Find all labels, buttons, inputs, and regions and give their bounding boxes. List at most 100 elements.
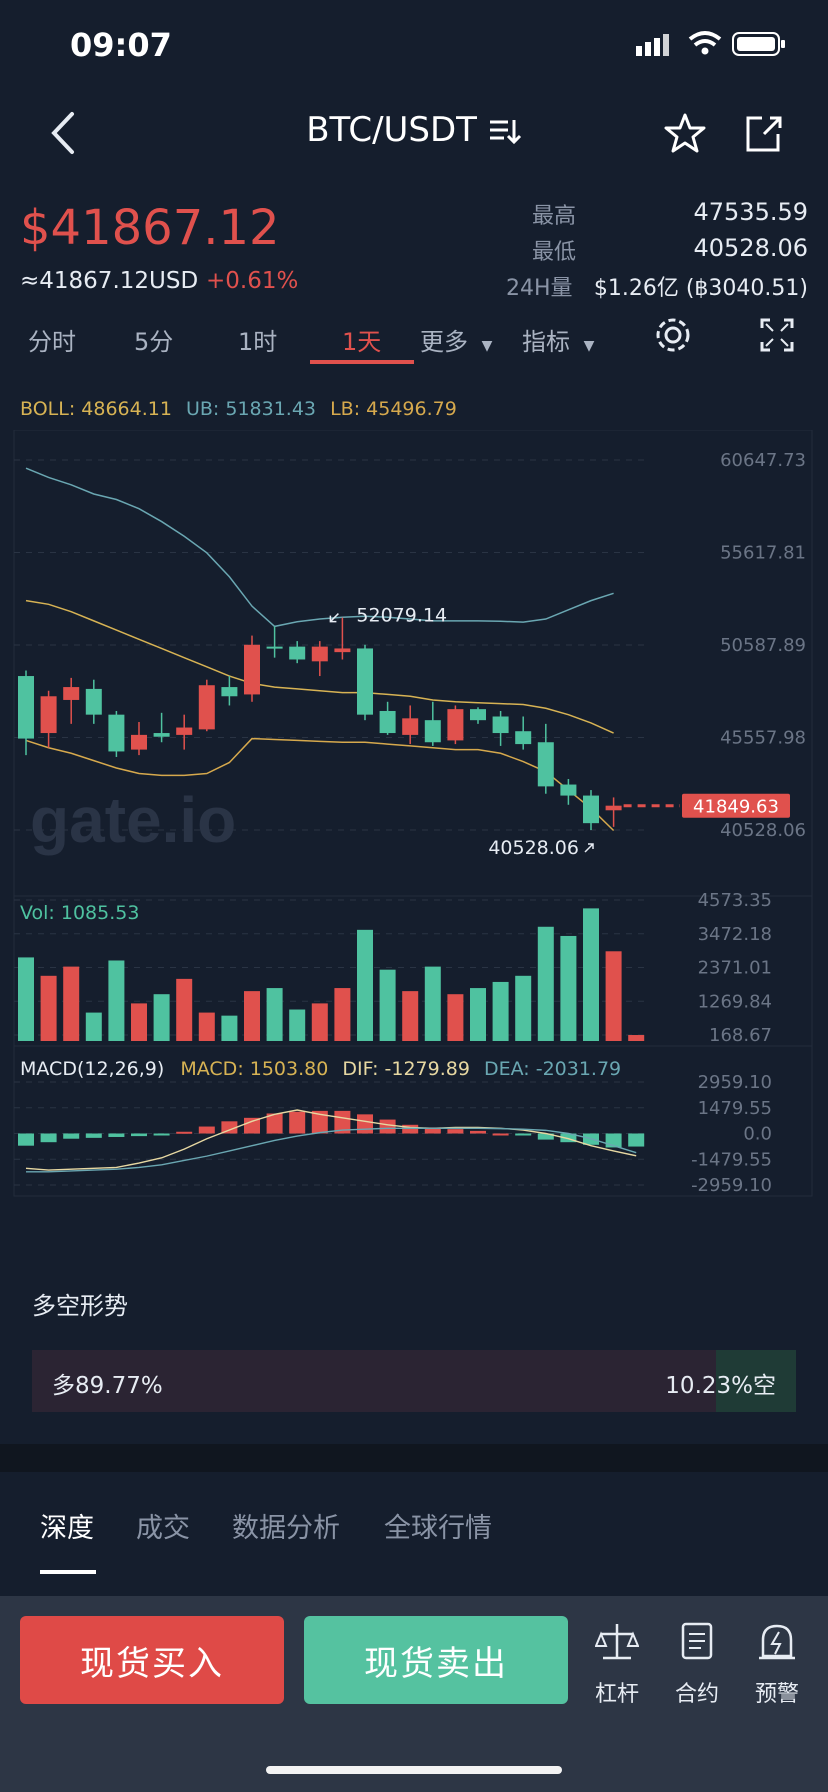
spot-sell-button[interactable]: 现货卖出 — [304, 1616, 568, 1704]
boll-value: BOLL: 48664.11 — [20, 398, 172, 420]
tab-1d[interactable]: 1天 — [342, 322, 381, 357]
tab-global-market[interactable]: 全球行情 — [384, 1506, 492, 1545]
home-indicator — [266, 1766, 562, 1774]
leverage-button[interactable]: 杠杆 — [582, 1622, 652, 1708]
dif-line — [25, 1109, 637, 1171]
contract-label: 合约 — [674, 1682, 719, 1707]
macd-histogram-bar — [515, 1133, 532, 1136]
macd-histogram-bar — [198, 1126, 215, 1134]
alert-button[interactable]: 预警 — [742, 1622, 812, 1708]
fullscreen-icon[interactable] — [760, 318, 794, 352]
usd-price: ≈41867.12USD — [20, 268, 199, 294]
settings-icon[interactable] — [652, 314, 694, 356]
x-axis: 12-12 12-19 12-26 01-02 — [22, 1209, 529, 1210]
volume-bar — [560, 935, 577, 1041]
sort-icon[interactable] — [488, 116, 522, 146]
macd-legend: MACD(12,26,9) MACD: 1503.80 DIF: -1279.8… — [20, 1058, 621, 1080]
volume-bar — [605, 951, 622, 1041]
tab-indicators-label: 指标 — [522, 328, 570, 356]
caret-down-icon: ▼ — [481, 338, 493, 354]
volume-bar — [18, 957, 34, 1041]
macd-histogram-bar — [63, 1133, 80, 1139]
price-tick-label: 60647.73 — [720, 450, 806, 471]
price-tick-label: 45557.98 — [720, 727, 806, 748]
tab-1h[interactable]: 1时 — [238, 322, 277, 357]
tab-indicators[interactable]: 指标 ▼ — [522, 322, 594, 357]
section-separator — [0, 1444, 828, 1472]
share-icon[interactable] — [742, 112, 784, 154]
alarm-icon — [759, 1624, 795, 1660]
lb-value: LB: 45496.79 — [330, 398, 457, 420]
candle-body — [63, 687, 80, 700]
volume-tick-label: 2371.01 — [698, 958, 772, 979]
volume-bar — [334, 988, 351, 1041]
current-price: $41867.12 — [20, 200, 280, 256]
vol-label: 24H量 — [506, 276, 573, 301]
tab-more[interactable]: 更多 ▼ — [420, 322, 492, 357]
candle-body — [85, 688, 102, 715]
spot-buy-button[interactable]: 现货买入 — [20, 1616, 284, 1704]
star-icon[interactable] — [664, 112, 706, 154]
macd-histogram-bar — [40, 1133, 57, 1143]
macd-histogram-bar — [447, 1129, 464, 1134]
low-marker-label: 40528.06 — [488, 837, 579, 859]
tab-data-analysis[interactable]: 数据分析 — [232, 1506, 340, 1545]
boll-legend: BOLL: 48664.11 UB: 51831.43 LB: 45496.79 — [20, 398, 457, 420]
pair-label: BTC/USDT — [306, 110, 477, 150]
candle-body — [537, 742, 554, 787]
macd-histogram-bar — [470, 1130, 486, 1134]
volume-bar — [244, 991, 260, 1041]
low-marker-arrow — [584, 843, 594, 853]
volume-bar — [470, 988, 486, 1041]
macd-histogram-bar — [18, 1133, 34, 1146]
candle-body — [492, 716, 509, 734]
high-label: 最高 — [532, 204, 577, 229]
candle-body — [515, 731, 532, 745]
volume-bar — [379, 969, 396, 1041]
leverage-label: 杠杆 — [594, 1682, 639, 1707]
scale-icon — [594, 1624, 640, 1660]
wifi-icon — [688, 31, 722, 55]
x-tick-label: 01-02 — [474, 1209, 529, 1210]
macd-histogram-bar — [108, 1133, 125, 1137]
macd-title: MACD(12,26,9) — [20, 1058, 165, 1080]
tab-more-label: 更多 — [420, 328, 468, 356]
nav-bar: BTC/USDT — [0, 92, 828, 176]
volume-tick-label: 1269.84 — [698, 991, 772, 1012]
candle-body — [357, 648, 373, 715]
volume-bar — [447, 994, 464, 1041]
volume-bar — [289, 1009, 306, 1041]
short-ratio: 10.23%空 — [665, 1373, 776, 1399]
tab-5m[interactable]: 5分 — [134, 322, 173, 357]
volume-bar — [424, 966, 441, 1041]
contract-button[interactable]: 合约 — [662, 1622, 732, 1708]
volume-bar — [537, 926, 554, 1041]
document-icon — [681, 1622, 713, 1660]
candle-body — [334, 648, 351, 653]
volume-tick-label: 3472.18 — [698, 924, 772, 945]
volume-bar — [266, 988, 283, 1041]
macd-histogram-bar — [492, 1133, 509, 1136]
macd-histogram-bar — [357, 1114, 373, 1134]
volume-bar — [311, 1003, 328, 1041]
tab-depth[interactable]: 深度 — [40, 1506, 94, 1545]
macd-histogram-bar — [176, 1131, 193, 1134]
candle-body — [18, 676, 34, 739]
volume-bar — [402, 991, 419, 1041]
candle-body — [153, 733, 170, 737]
candle-body — [266, 646, 283, 649]
active-tab-indicator — [310, 360, 414, 364]
low-label: 最低 — [532, 240, 577, 265]
price-tick-label: 40528.06 — [720, 820, 806, 841]
x-tick-label: 12-26 — [316, 1209, 371, 1210]
price-chart[interactable]: gate.io 52079.1440528.0641849.63 60647.7… — [0, 430, 828, 1210]
tab-timeshare[interactable]: 分时 — [28, 322, 76, 357]
watermark: gate.io — [30, 784, 236, 856]
macd-histogram-bar — [153, 1133, 170, 1136]
volume-tick-label: 4573.35 — [698, 890, 772, 911]
candle-body — [289, 646, 306, 660]
candle-body — [470, 709, 486, 721]
tab-trades[interactable]: 成交 — [136, 1506, 190, 1545]
macd-histogram-bar — [85, 1133, 102, 1138]
bottom-tabs: 深度 成交 数据分析 全球行情 — [0, 1472, 828, 1596]
